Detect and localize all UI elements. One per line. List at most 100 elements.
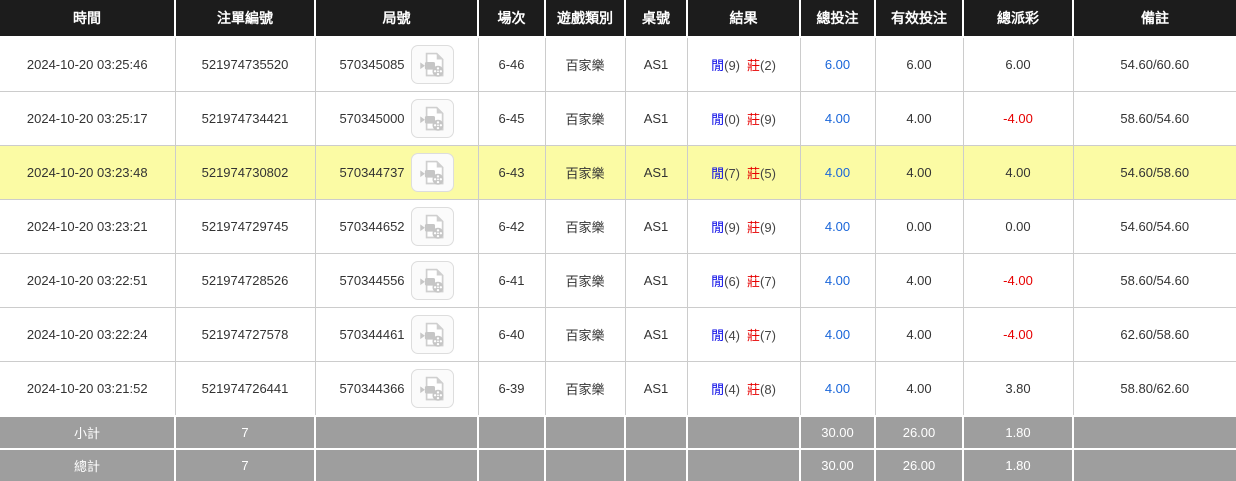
cell-game-type: 百家樂 bbox=[545, 253, 626, 308]
table-row[interactable]: 2024-10-20 03:21:52 521974726441 5703443… bbox=[0, 361, 1236, 417]
footer-empty-cell bbox=[687, 415, 801, 449]
cell-round: 570344556 bbox=[315, 253, 479, 308]
video-replay-button[interactable] bbox=[410, 315, 454, 354]
cell-valid-bet: 6.00 bbox=[875, 37, 964, 92]
cell-remark: 54.60/54.60 bbox=[1073, 199, 1236, 254]
cell-result: 閒(9) 莊(9) bbox=[687, 199, 801, 254]
video-replay-button[interactable] bbox=[410, 153, 454, 192]
table-row[interactable]: 2024-10-20 03:23:21 521974729745 5703446… bbox=[0, 199, 1236, 254]
col-header-game-type: 遊戲類別 bbox=[545, 0, 626, 38]
player-points: (9) bbox=[724, 220, 740, 235]
cell-bet-id: 521974729745 bbox=[175, 199, 316, 254]
player-points: (4) bbox=[724, 382, 740, 397]
banker-result-label: 莊 bbox=[747, 274, 761, 289]
footer-empty-cell bbox=[315, 448, 479, 481]
cell-round: 570344461 bbox=[315, 307, 479, 362]
col-header-total-bet: 總投注 bbox=[800, 0, 876, 38]
banker-result-label: 莊 bbox=[747, 166, 761, 181]
cell-remark: 58.60/54.60 bbox=[1073, 91, 1236, 146]
cell-table-no: AS1 bbox=[625, 253, 688, 308]
video-file-icon bbox=[419, 267, 446, 294]
video-replay-button[interactable] bbox=[410, 369, 454, 408]
player-points: (4) bbox=[724, 328, 740, 343]
banker-result-label: 莊 bbox=[747, 112, 761, 127]
subtotal-count: 7 bbox=[175, 415, 316, 449]
player-result-label: 閒 bbox=[711, 328, 725, 343]
player-result-label: 閒 bbox=[711, 58, 725, 73]
grand-total-total-bet: 30.00 bbox=[800, 448, 876, 481]
round-number: 570344737 bbox=[339, 165, 405, 180]
video-replay-button[interactable] bbox=[410, 45, 454, 84]
cell-total-bet: 6.00 bbox=[800, 37, 876, 92]
table-body: 2024-10-20 03:25:46 521974735520 5703450… bbox=[0, 37, 1236, 417]
col-header-remark: 備註 bbox=[1073, 0, 1236, 38]
table-row[interactable]: 2024-10-20 03:22:24 521974727578 5703444… bbox=[0, 307, 1236, 362]
cell-round: 570344366 bbox=[315, 361, 479, 417]
cell-valid-bet: 4.00 bbox=[875, 361, 964, 417]
player-result-label: 閒 bbox=[711, 274, 725, 289]
cell-session: 6-41 bbox=[478, 253, 546, 308]
footer-empty-cell bbox=[545, 448, 626, 481]
cell-total-bet: 4.00 bbox=[800, 91, 876, 146]
subtotal-total-payout: 1.80 bbox=[963, 415, 1074, 449]
cell-game-type: 百家樂 bbox=[545, 91, 626, 146]
cell-time: 2024-10-20 03:21:52 bbox=[0, 361, 176, 417]
cell-total-payout: 3.80 bbox=[963, 361, 1074, 417]
cell-valid-bet: 4.00 bbox=[875, 307, 964, 362]
table-row[interactable]: 2024-10-20 03:25:46 521974735520 5703450… bbox=[0, 37, 1236, 92]
video-replay-button[interactable] bbox=[410, 99, 454, 138]
video-replay-button[interactable] bbox=[410, 207, 454, 246]
cell-total-bet: 4.00 bbox=[800, 307, 876, 362]
round-number: 570344652 bbox=[339, 219, 405, 234]
table-row[interactable]: 2024-10-20 03:25:17 521974734421 5703450… bbox=[0, 91, 1236, 146]
banker-points: (5) bbox=[760, 166, 776, 181]
cell-result: 閒(7) 莊(5) bbox=[687, 145, 801, 200]
video-file-icon bbox=[419, 321, 446, 348]
cell-remark: 58.60/54.60 bbox=[1073, 253, 1236, 308]
banker-points: (2) bbox=[760, 58, 776, 73]
cell-result: 閒(9) 莊(2) bbox=[687, 37, 801, 92]
cell-remark: 62.60/58.60 bbox=[1073, 307, 1236, 362]
cell-table-no: AS1 bbox=[625, 361, 688, 417]
video-file-icon bbox=[419, 159, 446, 186]
col-header-valid-bet: 有效投注 bbox=[875, 0, 964, 38]
cell-session: 6-39 bbox=[478, 361, 546, 417]
cell-game-type: 百家樂 bbox=[545, 145, 626, 200]
cell-round: 570345085 bbox=[315, 37, 479, 92]
col-header-total-payout: 總派彩 bbox=[963, 0, 1074, 38]
cell-time: 2024-10-20 03:22:24 bbox=[0, 307, 176, 362]
cell-total-bet: 4.00 bbox=[800, 253, 876, 308]
cell-session: 6-46 bbox=[478, 37, 546, 92]
player-points: (7) bbox=[724, 166, 740, 181]
cell-bet-id: 521974727578 bbox=[175, 307, 316, 362]
video-file-icon bbox=[419, 51, 446, 78]
cell-bet-id: 521974730802 bbox=[175, 145, 316, 200]
footer-empty-cell bbox=[625, 415, 688, 449]
footer-empty-cell bbox=[545, 415, 626, 449]
cell-total-payout: 6.00 bbox=[963, 37, 1074, 92]
table-row[interactable]: 2024-10-20 03:22:51 521974728526 5703445… bbox=[0, 253, 1236, 308]
player-points: (0) bbox=[724, 112, 740, 127]
footer-empty-cell bbox=[1073, 448, 1236, 481]
video-replay-button[interactable] bbox=[410, 261, 454, 300]
cell-remark: 54.60/58.60 bbox=[1073, 145, 1236, 200]
cell-bet-id: 521974726441 bbox=[175, 361, 316, 417]
cell-bet-id: 521974735520 bbox=[175, 37, 316, 92]
player-result-label: 閒 bbox=[711, 166, 725, 181]
footer-empty-cell bbox=[625, 448, 688, 481]
cell-game-type: 百家樂 bbox=[545, 307, 626, 362]
banker-result-label: 莊 bbox=[747, 328, 761, 343]
banker-points: (9) bbox=[760, 112, 776, 127]
table-row[interactable]: 2024-10-20 03:23:48 521974730802 5703447… bbox=[0, 145, 1236, 200]
cell-time: 2024-10-20 03:23:21 bbox=[0, 199, 176, 254]
video-file-icon bbox=[419, 105, 446, 132]
col-header-bet-id: 注單編號 bbox=[175, 0, 316, 38]
subtotal-label: 小計 bbox=[0, 415, 176, 449]
round-number: 570345085 bbox=[339, 57, 405, 72]
cell-table-no: AS1 bbox=[625, 91, 688, 146]
cell-total-payout: -4.00 bbox=[963, 307, 1074, 362]
cell-game-type: 百家樂 bbox=[545, 199, 626, 254]
cell-total-payout: -4.00 bbox=[963, 253, 1074, 308]
cell-total-bet: 4.00 bbox=[800, 145, 876, 200]
cell-round: 570345000 bbox=[315, 91, 479, 146]
